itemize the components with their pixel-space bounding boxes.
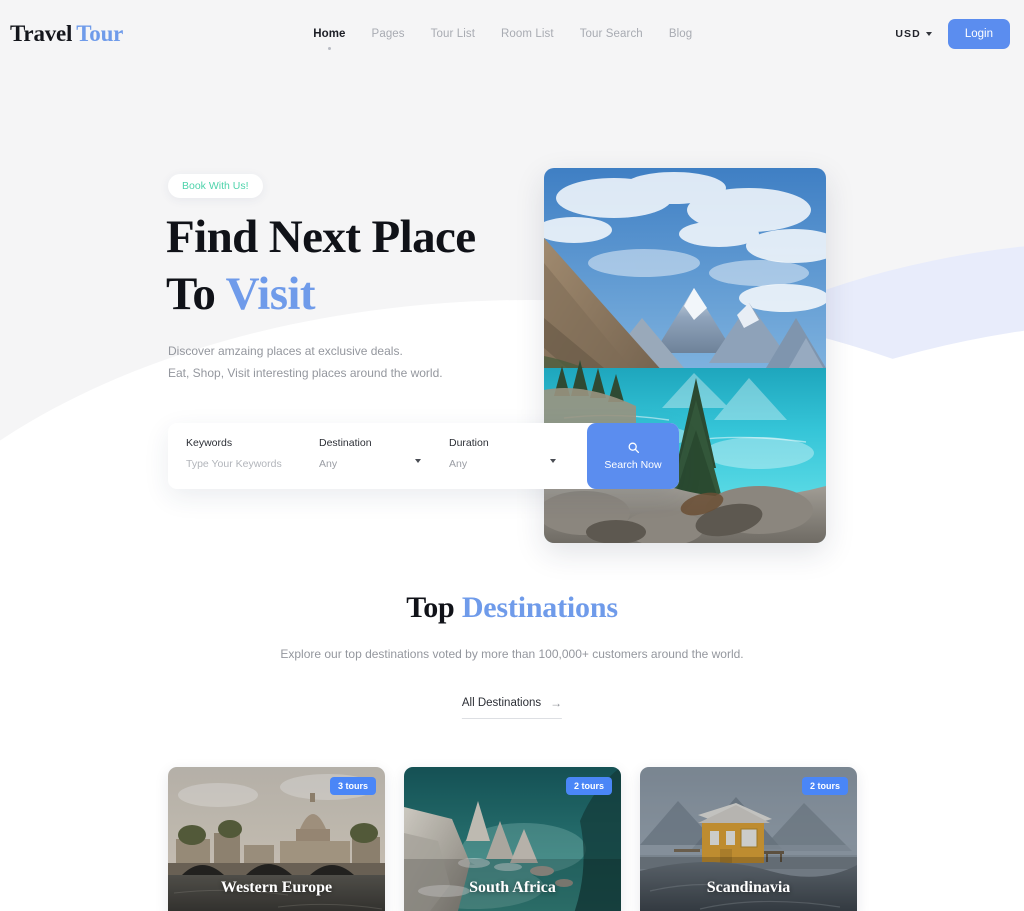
logo-text-secondary: Tour [76,21,124,46]
chevron-down-icon[interactable] [415,459,421,463]
tour-search-form: Keywords Type Your Keywords Destination … [168,423,679,489]
all-destinations-label: All Destinations [461,697,542,709]
destination-card-grid: 3 tours Western Europe 2 tours South Afr… [168,767,857,911]
page-root: Travel Tour Home Pages Tour List Room Lis… [0,0,1024,911]
card-title: Western Europe [220,879,333,896]
hero-subtitle: Discover amzaing places at exclusive dea… [168,340,498,384]
hero-subtitle-line2: Eat, Shop, Visit interesting places arou… [168,366,443,381]
destination-card[interactable]: 2 tours South Africa [404,767,621,911]
hero-title-line2: To Visit [166,266,566,323]
hero-title-line1: Find Next Place [166,211,476,263]
hero-subtitle-line1: Discover amzaing places at exclusive dea… [168,344,403,358]
keywords-label: Keywords [186,437,233,449]
nav-item-home[interactable]: Home [313,28,345,50]
card-title: Scandinavia [706,879,791,896]
site-logo[interactable]: Travel Tour [10,21,123,47]
destination-field-group: Destination Any [301,423,431,489]
keywords-field-group: Keywords Type Your Keywords [168,423,301,489]
nav-item-tour-search[interactable]: Tour Search [580,28,643,40]
all-destinations-link[interactable]: All Destinations → [461,696,563,719]
card-tours-badge: 2 tours [565,777,612,795]
hero-title: Find Next Place To Visit [166,209,566,324]
chevron-down-icon[interactable] [550,459,556,463]
section-title-plain: Top [406,591,462,624]
duration-label: Duration [449,437,489,449]
arrow-right-icon: → [550,696,563,710]
card-tours-badge: 2 tours [801,777,848,795]
site-header: Travel Tour Home Pages Tour List Room Lis… [0,0,1024,68]
currency-label: USD [895,28,921,40]
nav-item-blog[interactable]: Blog [669,28,692,40]
nav-item-room-list[interactable]: Room List [501,28,554,40]
nav-item-tour-list[interactable]: Tour List [431,28,475,40]
currency-selector[interactable]: USD [895,28,932,40]
duration-field-group: Duration Any [431,423,566,489]
main-navigation: Home Pages Tour List Room List Tour Sear… [313,28,692,50]
section-title: Top Destinations [0,591,1024,625]
hero-badge: Book With Us! [168,174,263,198]
destination-card[interactable]: 2 tours Scandinavia [640,767,857,911]
duration-select[interactable]: Any [449,458,566,470]
search-now-button[interactable]: Search Now [587,423,679,489]
destination-label: Destination [319,437,372,449]
login-button[interactable]: Login [947,19,1010,49]
search-icon [628,442,639,454]
section-subtitle: Explore our top destinations voted by mo… [0,642,1024,666]
logo-text-primary: Travel [10,21,73,46]
search-now-label: Search Now [604,459,662,471]
hero-title-line2-plain: To [166,268,226,321]
card-tours-badge: 3 tours [329,777,376,795]
destination-card[interactable]: 3 tours Western Europe [168,767,385,911]
chevron-down-icon [925,32,932,36]
keywords-input[interactable]: Type Your Keywords [186,458,301,470]
nav-item-pages[interactable]: Pages [372,28,405,40]
section-title-accent: Destinations [461,591,618,624]
hero-title-accent: Visit [225,268,316,321]
card-title: South Africa [469,879,556,896]
section-subtitle-text: Explore our top destinations voted by mo… [280,647,744,661]
header-actions: USD Login [895,19,1010,49]
